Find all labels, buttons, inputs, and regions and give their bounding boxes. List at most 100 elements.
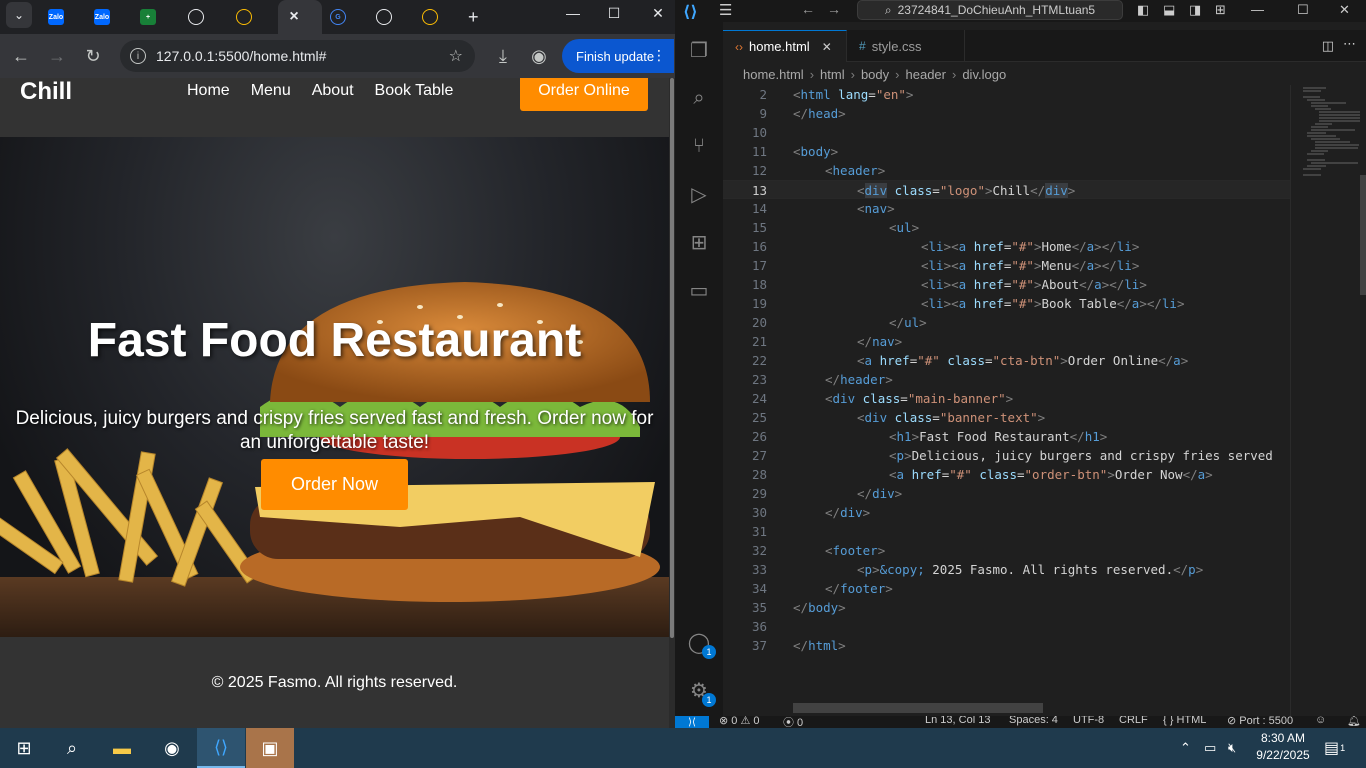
code-line[interactable]: 15 <ul> (723, 218, 1290, 237)
network-icon[interactable]: ▭ (1204, 728, 1216, 768)
code-line[interactable]: 20 </ul> (723, 313, 1290, 332)
split-editor-icon[interactable]: ◫ (1322, 38, 1334, 54)
breadcrumb-item[interactable]: home.html (743, 67, 804, 82)
encoding-status[interactable]: UTF-8 (1073, 716, 1104, 726)
browser-tab[interactable]: G (322, 0, 362, 34)
nav-back-icon[interactable]: ← (801, 1, 815, 17)
code-line[interactable]: 11 <body> (723, 142, 1290, 161)
account-icon[interactable]: ◯ 1 (687, 630, 716, 659)
vscode-taskbar-icon[interactable]: ⟨⟩ (197, 728, 245, 768)
code-line[interactable]: 21 </nav> (723, 332, 1290, 351)
forward-icon[interactable]: → (42, 41, 72, 71)
code-line[interactable]: 28 <a href="#" class="order-btn">Order No… (723, 465, 1290, 484)
download-icon[interactable]: ⤓ (488, 41, 518, 71)
code-line[interactable]: 13 <div class="logo">Chill</div> (723, 180, 1290, 199)
remote-explorer-icon[interactable]: ▭ (687, 278, 711, 302)
source-control-icon[interactable]: ⑂ (687, 134, 711, 158)
new-tab-button[interactable]: + (468, 0, 488, 34)
menu-icon[interactable]: ☰ (719, 1, 732, 19)
browser-tab[interactable] (180, 0, 220, 34)
maximize-icon[interactable]: ☐ (594, 0, 634, 26)
profile-icon[interactable]: ◉ (524, 41, 554, 71)
cursor-position[interactable]: Ln 13, Col 13 (925, 716, 990, 726)
code-editor[interactable]: 2 <html lang="en"> 9 </head> 10 11 <body> 12 <he… (723, 85, 1290, 710)
code-line[interactable]: 10 (723, 123, 1290, 142)
nav-link-book-table[interactable]: Book Table (375, 82, 454, 100)
remote-indicator-icon[interactable]: ⟩⟨ (675, 716, 709, 728)
breadcrumb-item[interactable]: body (861, 67, 889, 82)
browser-tab[interactable] (414, 0, 454, 34)
problems-status[interactable]: ⊗ 0 ⚠ 0 (719, 716, 759, 727)
code-line[interactable]: 35 </body> (723, 598, 1290, 617)
nav-link-home[interactable]: Home (187, 82, 230, 100)
minimize-icon[interactable]: — (553, 0, 593, 26)
nav-forward-icon[interactable]: → (827, 1, 841, 17)
close-icon[interactable]: × (286, 8, 302, 25)
tab-style-css[interactable]: # style.css (847, 30, 965, 62)
run-debug-icon[interactable]: ▷ (687, 182, 711, 206)
page-scroll-thumb[interactable] (670, 78, 674, 638)
windows-start-icon[interactable]: ⊞ (0, 728, 48, 768)
nav-link-menu[interactable]: Menu (251, 82, 291, 100)
site-info-icon[interactable]: i (130, 48, 146, 64)
volume-muted-icon[interactable]: 🔇︎ (1228, 728, 1236, 768)
search-icon[interactable]: ⌕ (687, 86, 711, 110)
notification-center-icon[interactable]: ▤ 1 (1324, 728, 1345, 768)
file-explorer-icon[interactable]: ▬ (98, 728, 146, 768)
code-line[interactable]: 16 <li><a href="#">Home</a></li> (723, 237, 1290, 256)
browser-tab[interactable]: × (278, 0, 322, 34)
breadcrumb-item[interactable]: html (820, 67, 845, 82)
code-line[interactable]: 25 <div class="banner-text"> (723, 408, 1290, 427)
code-line[interactable]: 18 <li><a href="#">About</a></li> (723, 275, 1290, 294)
extensions-icon[interactable]: ⊞ (687, 230, 711, 254)
toggle-panel-icon[interactable]: ⬓ (1163, 2, 1175, 18)
live-server-port[interactable]: ⊘ Port : 5500 (1227, 716, 1293, 727)
close-tab-icon[interactable]: ✕ (822, 40, 832, 54)
code-line[interactable]: 27 <p>Delicious, juicy burgers and crispy… (723, 446, 1290, 465)
code-line[interactable]: 9 </head> (723, 104, 1290, 123)
ports-status[interactable]: ⦿ 0 (783, 716, 803, 728)
code-line[interactable]: 31 (723, 522, 1290, 541)
minimize-icon[interactable]: — (1251, 2, 1264, 17)
code-line[interactable]: 36 (723, 617, 1290, 636)
browser-tab[interactable] (368, 0, 408, 34)
bookmark-star-icon[interactable]: ☆ (449, 46, 463, 66)
tab-home-html[interactable]: ‹› home.html ✕ (723, 30, 847, 62)
close-window-icon[interactable]: ✕ (638, 0, 675, 26)
code-line[interactable]: 2 <html lang="en"> (723, 85, 1290, 104)
tab-search-icon[interactable]: ⌄ (6, 2, 32, 28)
code-line[interactable]: 30 </div> (723, 503, 1290, 522)
feedback-icon[interactable]: ☺ (1315, 716, 1326, 726)
order-online-button[interactable]: Order Online (520, 78, 648, 111)
photos-app-icon[interactable]: ▣ (246, 728, 294, 768)
language-mode[interactable]: { } HTML (1163, 716, 1206, 726)
code-line[interactable]: 12 <header> (723, 161, 1290, 180)
code-line[interactable]: 22 <a href="#" class="cta-btn">Order Onli… (723, 351, 1290, 370)
browser-tab[interactable]: Zalo (40, 0, 80, 34)
code-line[interactable]: 34 </footer> (723, 579, 1290, 598)
breadcrumb-item[interactable]: header (906, 67, 946, 82)
settings-gear-icon[interactable]: ⚙ 1 (687, 678, 716, 707)
minimap[interactable] (1290, 85, 1365, 716)
browser-tab[interactable]: Zalo (86, 0, 126, 34)
more-actions-icon[interactable]: ⋯ (1343, 36, 1356, 52)
eol-status[interactable]: CRLF (1119, 716, 1148, 726)
code-line[interactable]: 19 <li><a href="#">Book Table</a></li> (723, 294, 1290, 313)
system-clock[interactable]: 8:30 AM 9/22/2025 (1248, 730, 1318, 764)
address-bar[interactable]: i 127.0.0.1:5500/home.html# ☆ (120, 40, 475, 72)
reload-icon[interactable]: ↻ (78, 41, 108, 71)
code-line[interactable]: 26 <h1>Fast Food Restaurant</h1> (723, 427, 1290, 446)
more-menu-icon[interactable]: ⋮ (652, 47, 666, 64)
toggle-secondary-sidebar-icon[interactable]: ◨ (1189, 2, 1201, 18)
show-hidden-icons[interactable]: ⌃ (1180, 728, 1191, 768)
toggle-sidebar-icon[interactable]: ◧ (1137, 2, 1149, 18)
browser-tab[interactable] (228, 0, 268, 34)
code-line[interactable]: 37 </html> (723, 636, 1290, 655)
notifications-bell-icon[interactable]: 🔔︎ (1347, 716, 1361, 727)
code-line[interactable]: 32 <footer> (723, 541, 1290, 560)
indentation-status[interactable]: Spaces: 4 (1009, 716, 1058, 726)
code-line[interactable]: 29 </div> (723, 484, 1290, 503)
editor-scroll-thumb[interactable] (1360, 175, 1366, 295)
customize-layout-icon[interactable]: ⊞ (1215, 2, 1226, 18)
command-center[interactable]: ⌕ 23724841_DoChieuAnh_HTMLtuan5 (857, 0, 1123, 20)
